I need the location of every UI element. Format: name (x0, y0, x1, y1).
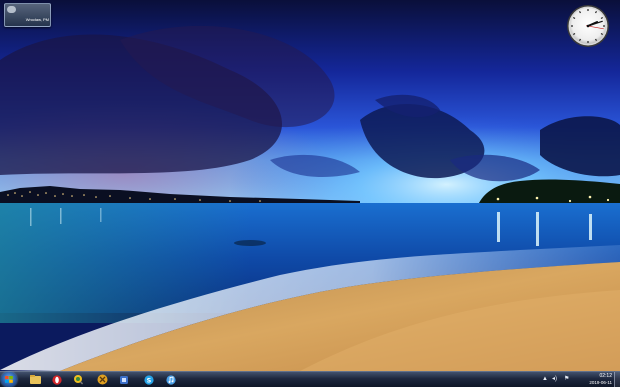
itunes-icon[interactable] (163, 373, 179, 386)
desktop[interactable]: Wrocław, PM S ▲ ◂) ⚑ 02:12 2019-06-11 (0, 0, 620, 387)
windows-start-icon (5, 376, 13, 383)
opera-icon[interactable] (49, 373, 65, 386)
start-button[interactable] (1, 372, 17, 387)
flag-icon[interactable]: ⚑ (564, 376, 569, 383)
search-gadget-icon[interactable] (70, 373, 86, 386)
file-explorer-icon[interactable] (27, 373, 43, 386)
tray-date[interactable]: 2019-06-11 (589, 380, 612, 386)
winamp-icon[interactable] (94, 373, 110, 386)
svg-text:S: S (147, 376, 152, 384)
skype-icon[interactable]: S (141, 373, 157, 386)
volume-icon[interactable]: ◂) (552, 376, 557, 383)
tray-time[interactable]: 02:12 (599, 373, 612, 379)
analog-clock-icon (567, 5, 609, 47)
weather-city: Wrocław, PM (25, 17, 49, 22)
utility-icon[interactable] (116, 373, 132, 386)
show-desktop-button[interactable] (614, 372, 620, 387)
cloud-icon (7, 6, 16, 13)
system-tray: ▲ ◂) ⚑ 02:12 2019-06-11 (540, 372, 620, 387)
wallpaper (0, 0, 620, 371)
network-icon[interactable]: ▲ (542, 376, 548, 383)
taskbar: S ▲ ◂) ⚑ 02:12 2019-06-11 (0, 371, 620, 387)
weather-gadget[interactable]: Wrocław, PM (4, 3, 51, 27)
analog-clock-gadget[interactable] (566, 4, 610, 48)
